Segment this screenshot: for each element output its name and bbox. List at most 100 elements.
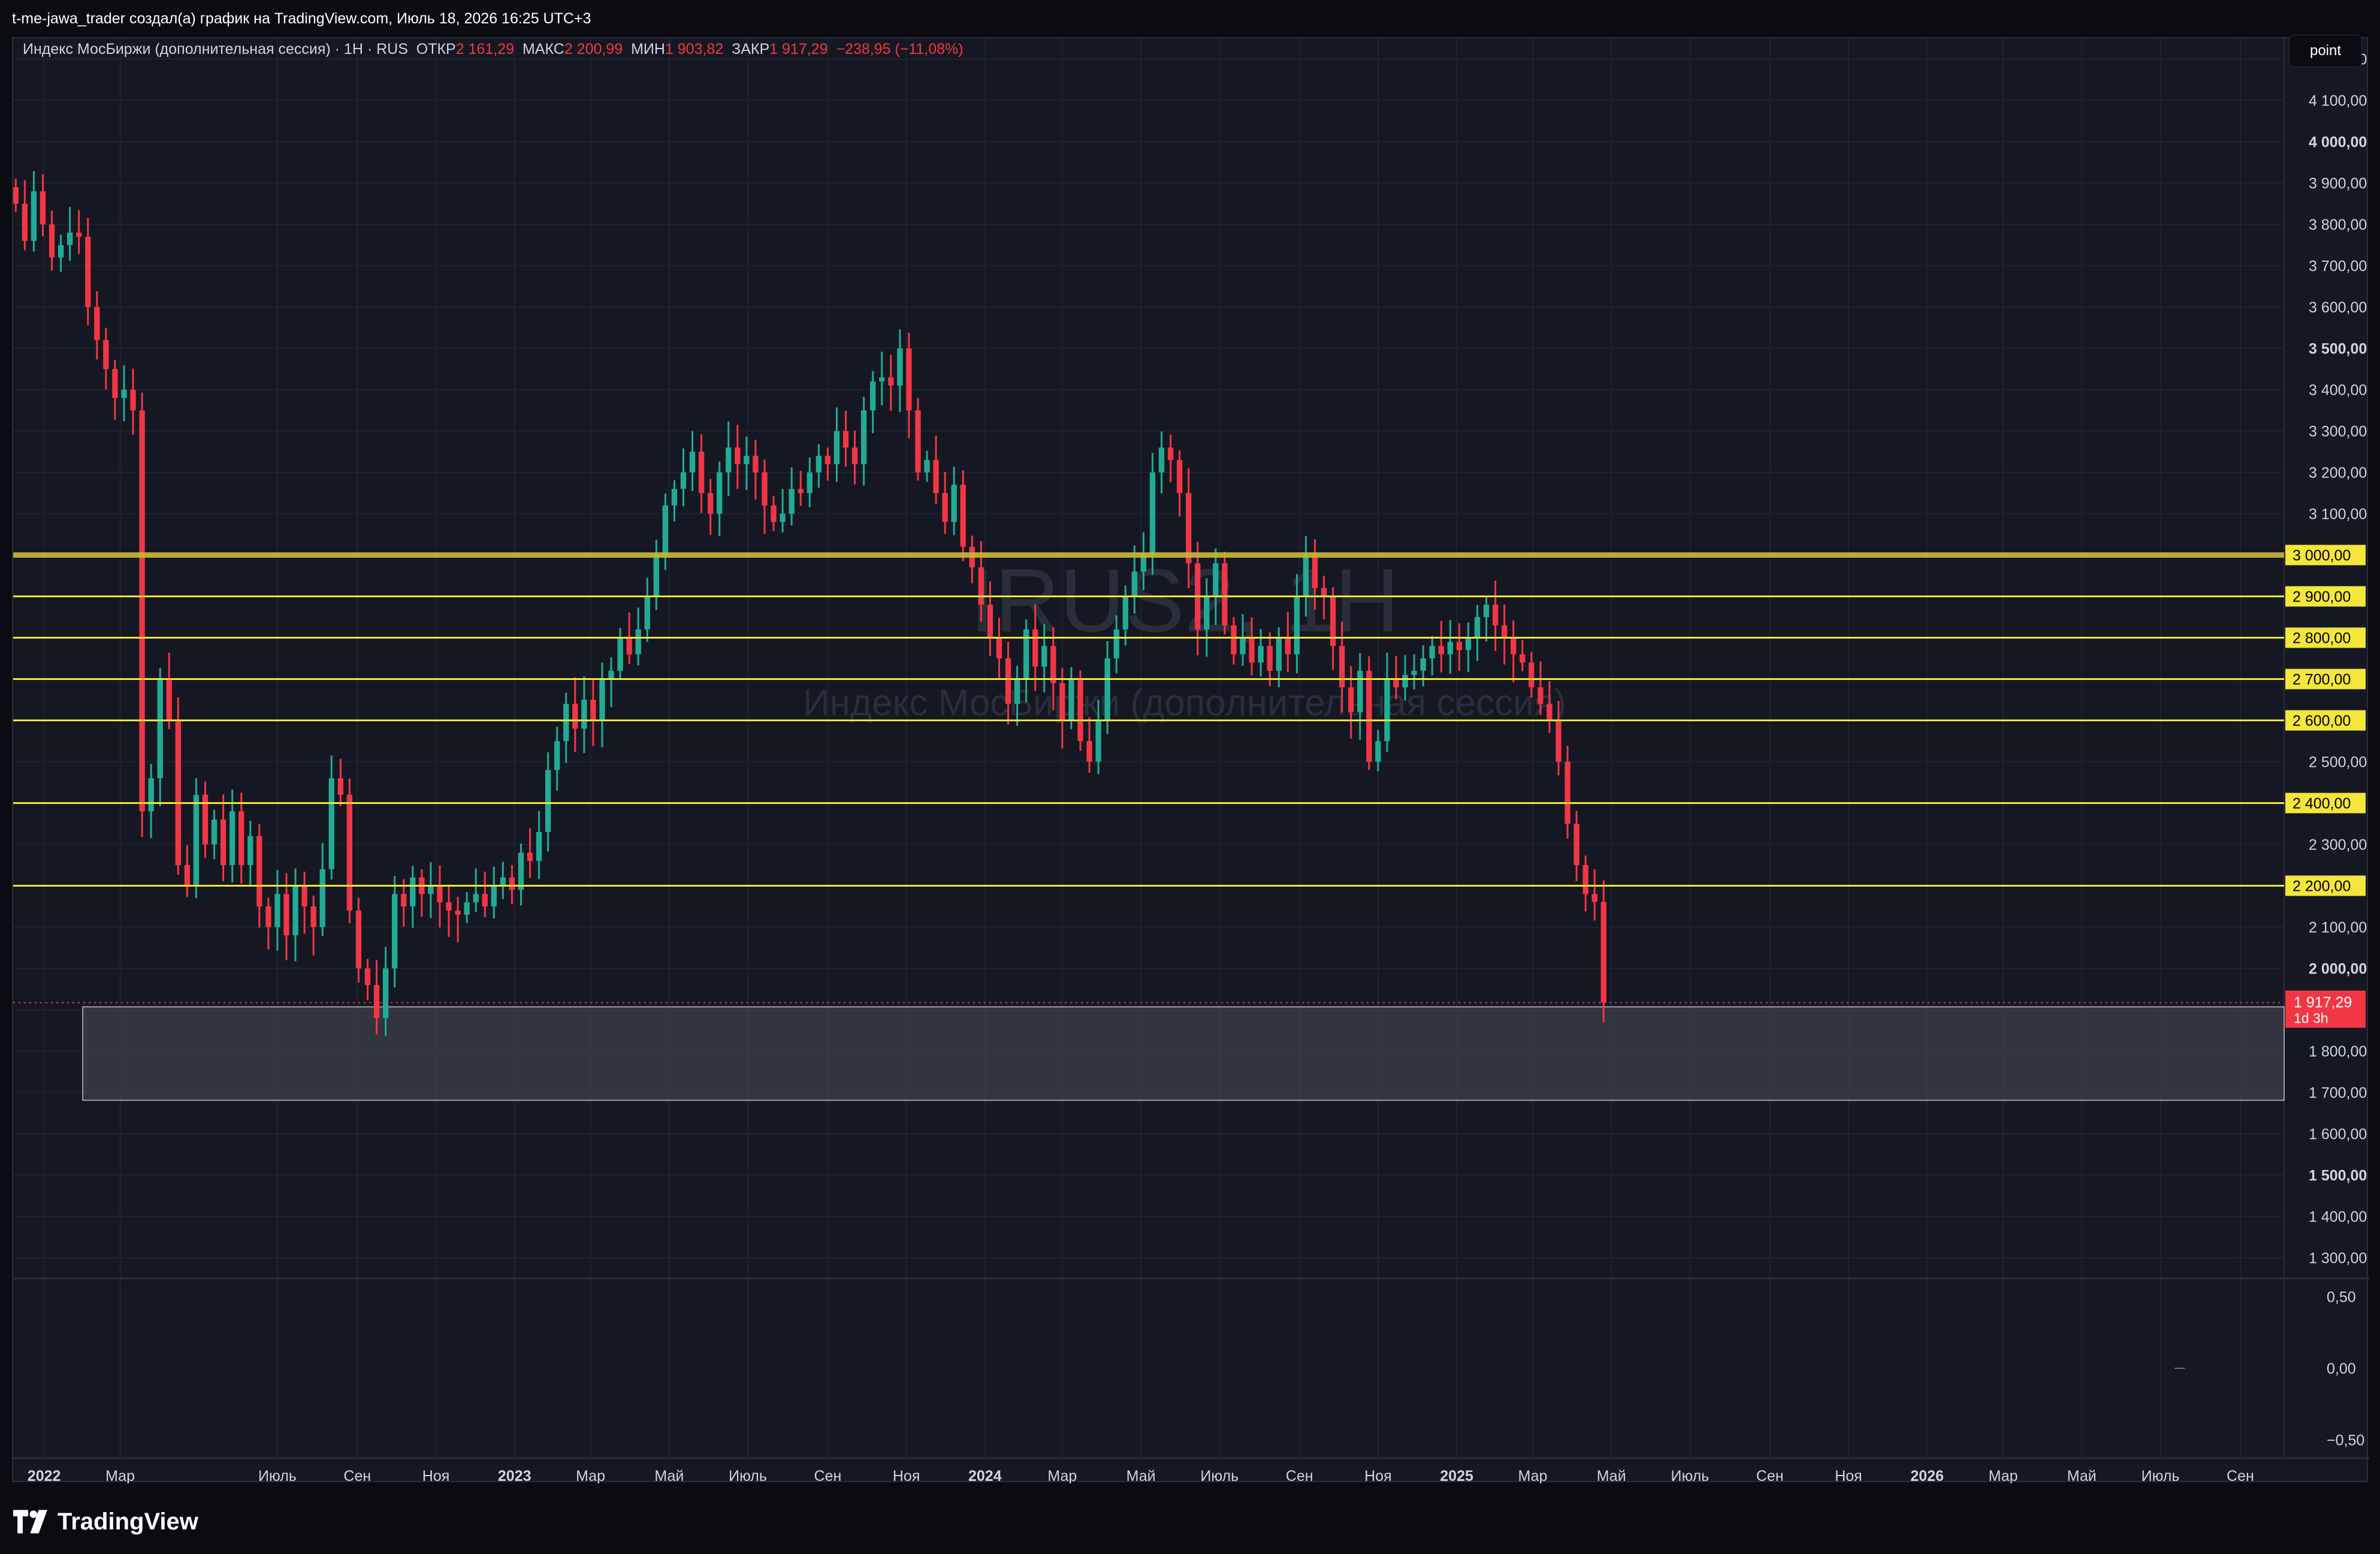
candle-body	[1321, 588, 1327, 597]
candle-body	[1086, 741, 1092, 762]
candle-body	[1176, 459, 1183, 493]
time-tick-label: Сен	[814, 1468, 842, 1483]
candle-body	[987, 604, 993, 638]
time-tick-label: Мар	[576, 1468, 605, 1483]
price-tick-label: 4 100,00	[2309, 93, 2367, 110]
candle-body	[1032, 629, 1038, 667]
candle-body	[265, 906, 271, 927]
price-tick-label: 3 100,00	[2309, 506, 2367, 523]
candle-body	[392, 894, 398, 969]
indicator-tick-label: −0,50	[2327, 1432, 2364, 1449]
chart-area[interactable]: IRUS2, 1H Индекс МосБиржи (дополнительная…	[12, 37, 2369, 1483]
candle-body	[545, 770, 551, 832]
candle-body	[1068, 679, 1074, 721]
candle-body	[563, 703, 569, 741]
candle-body	[924, 459, 930, 473]
candle-body	[301, 885, 307, 906]
close-value: 1 917,29	[769, 41, 828, 58]
tradingview-logo[interactable]: TradingView	[13, 1504, 198, 1540]
candle-body	[870, 381, 876, 410]
candle-body	[789, 489, 795, 514]
candle-body	[1483, 604, 1490, 617]
price-tick-label: 2 300,00	[2309, 837, 2367, 854]
candle-body	[581, 700, 587, 729]
candle-body	[680, 472, 687, 489]
price-tick-label: 1 600,00	[2309, 1126, 2367, 1143]
candle-body	[951, 485, 957, 522]
candle-body	[328, 778, 334, 869]
candle-body	[1095, 720, 1101, 762]
time-tick-label: Май	[1597, 1468, 1626, 1483]
high-label: МАКС	[522, 41, 564, 58]
time-tick-label: 2023	[498, 1468, 531, 1483]
candle-body	[762, 472, 768, 506]
candle-body	[915, 410, 921, 473]
tradingview-brand: TradingView	[58, 1508, 198, 1535]
candle-body	[1357, 670, 1363, 712]
candle-body	[689, 452, 696, 473]
candle-body	[58, 245, 64, 258]
price-level-label: 2 200,00	[2293, 878, 2351, 895]
indicator-tick-label: 0,00	[2327, 1360, 2356, 1377]
candle-body	[1520, 654, 1526, 663]
candle-body	[157, 679, 163, 779]
open-label: ОТКР	[416, 41, 456, 58]
time-tick-label: Июль	[1671, 1468, 1710, 1483]
candle-body	[798, 489, 804, 493]
candle-body	[698, 452, 705, 493]
time-tick-label: Июль	[2142, 1468, 2180, 1483]
candle-body	[292, 885, 298, 936]
candle-body	[1529, 662, 1535, 688]
candle-body	[1456, 642, 1463, 651]
candle-body	[771, 505, 777, 522]
time-tick-label: Мар	[1518, 1468, 1548, 1483]
price-tick-label: 1 500,00	[2309, 1168, 2367, 1184]
candle-body	[851, 448, 858, 464]
candle-body	[1501, 625, 1508, 638]
time-tick-label: Ноя	[1364, 1468, 1392, 1483]
candle-body	[1447, 642, 1453, 655]
candle-body	[247, 836, 253, 865]
candle-body	[708, 493, 714, 514]
candle-body	[1538, 687, 1544, 704]
candle-body	[464, 902, 470, 915]
candle-body	[608, 670, 614, 679]
candle-body	[617, 637, 623, 671]
candle-body	[473, 894, 479, 903]
time-tick-label: Май	[654, 1468, 684, 1483]
candle-body	[76, 232, 82, 237]
candle-body	[860, 410, 867, 464]
time-tick-label: Ноя	[893, 1468, 920, 1483]
time-tick-label: Май	[1126, 1468, 1156, 1483]
candle-body	[1258, 646, 1264, 663]
candle-body	[184, 865, 191, 886]
open-value: 2 161,29	[455, 41, 515, 58]
point-button[interactable]: point	[2289, 35, 2362, 67]
candle-body	[401, 894, 407, 906]
price-tick-label: 3 200,00	[2309, 465, 2367, 482]
price-level-label: 2 900,00	[2293, 589, 2351, 606]
candle-body	[337, 778, 344, 795]
price-tick-label: 3 400,00	[2309, 382, 2367, 399]
candle-body	[446, 902, 452, 911]
candle-body	[1600, 902, 1606, 1003]
low-label: МИН	[631, 41, 665, 58]
candle-body	[897, 348, 903, 386]
candle-body	[1113, 629, 1119, 658]
candle-body	[644, 596, 650, 630]
support-zone	[82, 1006, 2285, 1101]
price-tick-label: 3 300,00	[2309, 424, 2367, 440]
candle-body	[1285, 637, 1291, 655]
candle-body	[1149, 472, 1156, 555]
candle-body	[103, 340, 109, 369]
candle-body	[1591, 894, 1597, 902]
candle-body	[428, 885, 434, 894]
candle-body	[139, 410, 145, 812]
candle-body	[744, 455, 750, 464]
time-tick-label: 2024	[968, 1468, 1002, 1483]
time-tick-label: Июль	[1200, 1468, 1239, 1483]
candle-body	[780, 513, 786, 522]
candle-body	[599, 679, 605, 721]
candle-body	[1393, 679, 1399, 688]
chart-canvas[interactable]: IRUS2, 1HИндекс МосБиржи (дополнительная…	[13, 38, 2369, 1483]
